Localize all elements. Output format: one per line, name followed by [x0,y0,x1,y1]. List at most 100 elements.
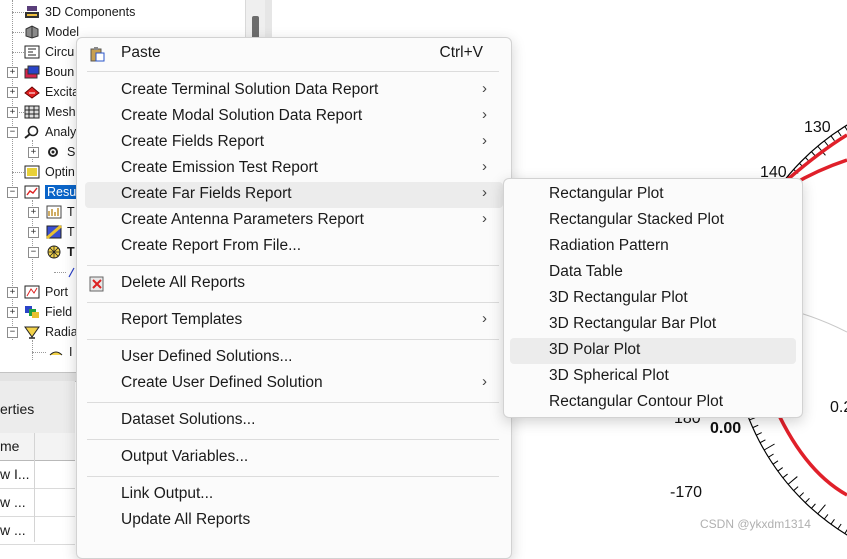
tree-item-optimetrics[interactable]: Optin [24,162,75,182]
column-divider [34,433,35,542]
menu-item-create-user-defined-solution[interactable]: Create User Defined Solution › [85,371,503,397]
submenu-arrow-icon: › [482,210,487,227]
polar-tick [811,504,815,508]
properties-row[interactable]: w ... [0,489,75,517]
properties-column-header[interactable]: me [0,433,75,461]
tree-item-port[interactable]: Port [24,282,68,302]
tree-item-mesh[interactable]: Mesh [24,102,76,122]
polar-tick [778,468,783,472]
menu-item-paste[interactable]: Paste Ctrl+V [85,41,503,67]
menu-item-create-antenna-parameters-report[interactable]: Create Antenna Parameters Report › [85,208,503,234]
angle-label-minus-170: -170 [670,484,702,502]
menu-item-create-fields-report[interactable]: Create Fields Report › [85,130,503,156]
submenu-item-3d-spherical-plot[interactable]: 3D Spherical Plot [510,364,796,390]
context-menu: Paste Ctrl+V Create Terminal Solution Da… [76,37,512,559]
submenu-item-data-table[interactable]: Data Table [510,260,796,286]
menu-item-create-modal-solution-data-report[interactable]: Create Modal Solution Data Report › [85,104,503,130]
tree-item-3d-components[interactable]: 3D Components [24,2,135,22]
properties-table: me w I... w ... w ... [0,433,75,542]
tree-connector [12,172,24,173]
tree-item-circuit[interactable]: Circu [24,42,74,62]
tree-item-radiation-report[interactable]: T [46,242,75,262]
tree-item-report-2[interactable]: T [46,222,75,242]
radiation-icon [24,325,40,339]
model-icon [24,25,40,39]
polar-tick [794,487,798,491]
tree-item-field[interactable]: Field [24,302,72,322]
menu-separator [87,265,499,266]
tree-item-radiation[interactable]: Radia [24,322,78,342]
watermark: CSDN @ykxdm1314 [700,517,811,531]
excitation-icon [24,85,40,99]
polar-tick [764,444,774,450]
submenu-item-3d-rectangular-bar-plot[interactable]: 3D Rectangular Bar Plot [510,312,796,338]
polar-tick [753,425,758,427]
tree-connector [32,340,33,360]
polar-tick [831,136,835,141]
menu-item-create-emission-test-report[interactable]: Create Emission Test Report › [85,156,503,182]
tree-item-excitations[interactable]: Excita [24,82,79,102]
collapse-toggle[interactable]: − [28,247,39,258]
properties-row[interactable]: w ... [0,517,75,545]
polar-tick [838,131,841,136]
collapse-toggle[interactable]: − [7,327,18,338]
tree-item-report-1[interactable]: T [46,202,75,222]
menu-item-update-all-reports[interactable]: Update All Reports [85,508,503,534]
setup-icon [46,145,62,159]
menu-item-delete-all-reports[interactable]: Delete All Reports [85,271,503,297]
polar-tick [824,141,828,146]
menu-item-create-terminal-solution-data-report[interactable]: Create Terminal Solution Data Report › [85,78,503,104]
tree-connector [12,12,24,13]
optimetrics-icon [24,165,40,179]
expand-toggle[interactable]: + [28,147,39,158]
field-icon [24,305,40,319]
menu-item-create-report-from-file[interactable]: Create Report From File... [85,234,503,260]
submenu-item-rectangular-contour-plot[interactable]: Rectangular Contour Plot [510,390,796,416]
boundary-icon [24,65,40,79]
menu-item-user-defined-solutions[interactable]: User Defined Solutions... [85,345,503,371]
expand-toggle[interactable]: + [28,227,39,238]
expand-toggle[interactable]: + [7,107,18,118]
collapse-toggle[interactable]: − [7,187,18,198]
menu-item-dataset-solutions[interactable]: Dataset Solutions... [85,408,503,434]
menu-item-link-output[interactable]: Link Output... [85,482,503,508]
menu-item-output-variables[interactable]: Output Variables... [85,445,503,471]
expand-toggle[interactable]: + [7,287,18,298]
submenu-arrow-icon: › [482,132,487,149]
tree-connector [12,32,24,33]
expand-toggle[interactable]: + [7,67,18,78]
menu-item-create-far-fields-report[interactable]: Create Far Fields Report › [85,182,503,208]
submenu-item-3d-polar-plot[interactable]: 3D Polar Plot [510,338,796,364]
angle-label-130: 130 [804,119,831,137]
tree-item-infinite-sphere[interactable]: I [48,342,72,362]
delete-reports-icon [89,276,105,292]
tree-connector [12,52,24,53]
tree-item-boundaries[interactable]: Boun [24,62,74,82]
polar-tick [788,477,797,485]
menu-item-report-templates[interactable]: Report Templates › [85,308,503,334]
tree-item-setup[interactable]: S [46,142,75,162]
mesh-icon [24,105,40,119]
submenu-item-rectangular-plot[interactable]: Rectangular Plot [510,182,796,208]
results-icon [24,185,40,199]
expand-toggle[interactable]: + [28,207,39,218]
menu-separator [87,476,499,477]
expand-toggle[interactable]: + [7,307,18,318]
submenu-arrow-icon: › [482,373,487,390]
tree-item-analysis[interactable]: Analy [24,122,76,142]
polar-tick [805,498,809,502]
collapse-toggle[interactable]: − [7,127,18,138]
properties-row[interactable]: w I... [0,461,75,489]
trace-icon [68,265,76,279]
submenu-arrow-icon: › [482,310,487,327]
submenu-item-rectangular-stacked-plot[interactable]: Rectangular Stacked Plot [510,208,796,234]
report-icon [46,225,62,239]
port-icon [24,285,40,299]
expand-toggle[interactable]: + [7,87,18,98]
tree-item-model[interactable]: Model [24,22,79,42]
shortcut-label: Ctrl+V [440,44,484,62]
submenu-item-radiation-pattern[interactable]: Radiation Pattern [510,234,796,260]
tree-item-results[interactable]: Resu [24,182,78,202]
submenu-item-3d-rectangular-plot[interactable]: 3D Rectangular Plot [510,286,796,312]
menu-separator [87,339,499,340]
